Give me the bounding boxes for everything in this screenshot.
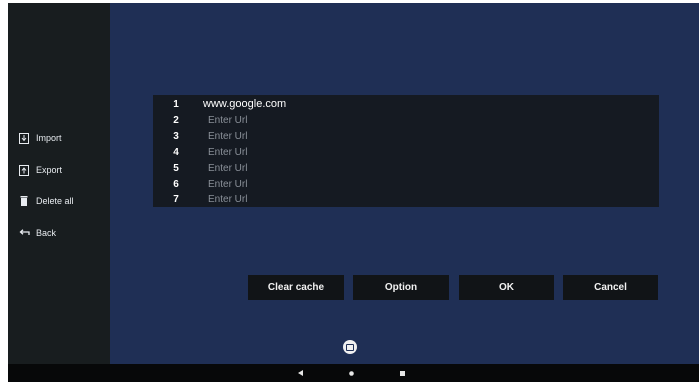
delete-all-label: Delete all bbox=[36, 196, 74, 206]
export-label: Export bbox=[36, 165, 63, 175]
url-row-number: 4 bbox=[173, 146, 179, 158]
export-icon bbox=[18, 164, 30, 176]
trash-icon bbox=[18, 195, 30, 207]
delete-all-button[interactable]: Delete all bbox=[18, 193, 74, 209]
url-row: 3 bbox=[153, 128, 659, 144]
url-row-number: 5 bbox=[173, 162, 179, 174]
pointer-cursor-icon bbox=[343, 340, 357, 354]
ok-button[interactable]: OK bbox=[459, 275, 554, 300]
import-label: Import bbox=[36, 133, 62, 143]
url-row-number: 2 bbox=[173, 114, 179, 126]
back-arrow-icon bbox=[18, 227, 30, 239]
back-triangle-icon[interactable] bbox=[295, 368, 305, 378]
screen: Import Export Delete all Back 1 2 bbox=[8, 3, 699, 382]
navigation-bar bbox=[8, 364, 699, 382]
url-list-panel: 1 2 3 4 5 6 7 bbox=[153, 95, 659, 207]
back-button[interactable]: Back bbox=[18, 225, 56, 241]
back-label: Back bbox=[36, 228, 57, 238]
recents-square-icon[interactable] bbox=[397, 368, 407, 378]
cancel-button[interactable]: Cancel bbox=[563, 275, 658, 300]
url-row-number: 7 bbox=[173, 193, 179, 205]
import-button[interactable]: Import bbox=[18, 130, 62, 146]
url-row: 2 bbox=[153, 112, 659, 128]
import-icon bbox=[18, 132, 30, 144]
url-field[interactable] bbox=[203, 97, 623, 111]
url-row: 4 bbox=[153, 144, 659, 160]
url-field[interactable] bbox=[208, 145, 628, 159]
url-row: 6 bbox=[153, 176, 659, 192]
option-button[interactable]: Option bbox=[353, 275, 449, 300]
url-row-number: 3 bbox=[173, 130, 179, 142]
sidebar: Import Export Delete all Back bbox=[8, 3, 110, 364]
url-field[interactable] bbox=[208, 161, 628, 175]
export-button[interactable]: Export bbox=[18, 162, 62, 178]
url-field[interactable] bbox=[208, 192, 628, 206]
url-field[interactable] bbox=[208, 113, 628, 127]
url-row-number: 6 bbox=[173, 178, 179, 190]
url-row: 5 bbox=[153, 160, 659, 176]
home-circle-icon[interactable] bbox=[346, 368, 356, 378]
url-field[interactable] bbox=[208, 129, 628, 143]
url-row: 7 bbox=[153, 191, 659, 207]
url-field[interactable] bbox=[208, 177, 628, 191]
clear-cache-button[interactable]: Clear cache bbox=[248, 275, 344, 300]
url-row: 1 bbox=[153, 96, 659, 112]
url-row-number: 1 bbox=[173, 98, 179, 110]
